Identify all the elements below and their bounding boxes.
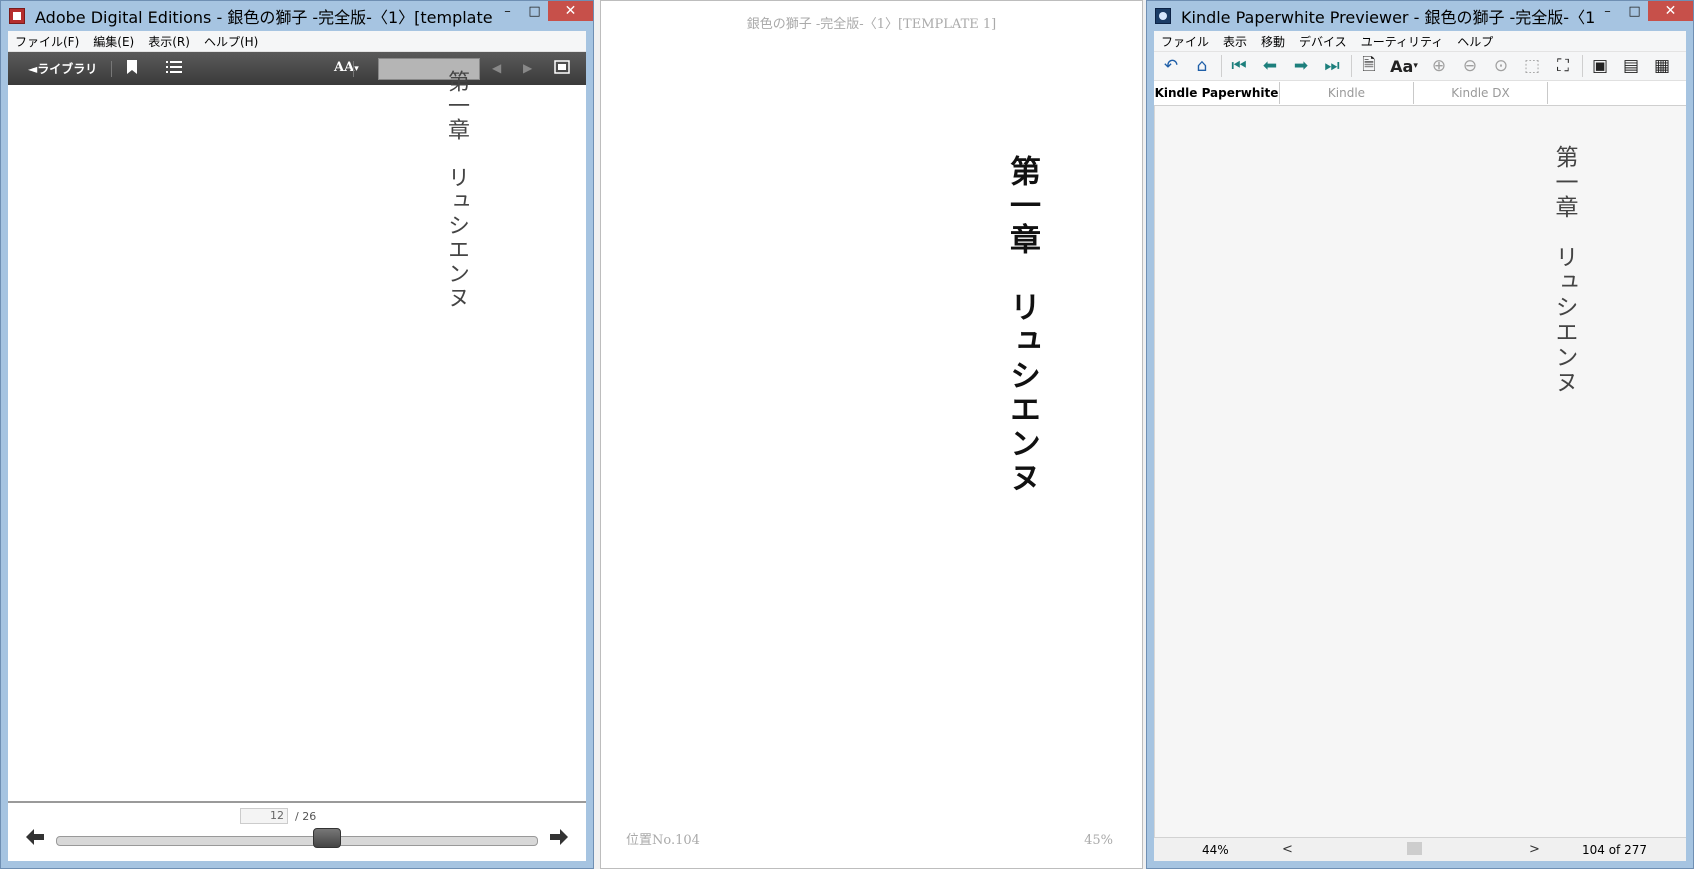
bookmark-icon[interactable] xyxy=(126,59,138,78)
page-chapter-text: 第一章 リュシエンヌ xyxy=(1004,155,1040,495)
next-page-icon[interactable]: ➡ xyxy=(1288,54,1314,78)
ade-client: ファイル(F) 編集(E) 表示(R) ヘルプ(H) ◄ライブラリ AA▾ ◀ … xyxy=(8,31,586,861)
menu-view[interactable]: 表示 xyxy=(1216,33,1254,50)
search-next-icon[interactable]: ▶ xyxy=(523,61,532,75)
kindle-reading-pane[interactable] xyxy=(1154,106,1686,838)
ade-titlebar[interactable]: Adobe Digital Editions - 銀色の獅子 -完全版-〈1〉[… xyxy=(1,1,593,31)
kindle-status-bar: 44% < > 104 of 277 xyxy=(1154,837,1686,861)
font-size-button[interactable]: Aa ▾ xyxy=(1387,54,1421,78)
fullscreen-icon[interactable] xyxy=(554,60,570,78)
kindle-client: ファイル 表示 移動 デバイス ユーティリティ ヘルプ ↶ ⌂ ⏮ ⬅ ➡ ⏭ … xyxy=(1154,31,1686,861)
ade-app-icon[interactable] xyxy=(9,8,25,24)
prev-page-arrow-icon[interactable] xyxy=(26,829,44,850)
calculator-icon[interactable]: ▦ xyxy=(1649,54,1675,78)
toc-list-icon[interactable] xyxy=(166,60,183,77)
zoom-out-icon[interactable]: ⊖ xyxy=(1457,54,1483,78)
last-page-icon[interactable]: ⏭ xyxy=(1319,54,1345,78)
minimize-button[interactable]: – xyxy=(1594,1,1621,21)
ade-window: Adobe Digital Editions - 銀色の獅子 -完全版-〈1〉[… xyxy=(0,0,594,869)
search-prev-icon[interactable]: ◀ xyxy=(492,61,501,75)
maximize-button[interactable]: □ xyxy=(521,1,548,21)
scroll-left-button[interactable]: < xyxy=(1282,842,1293,857)
close-button[interactable]: ✕ xyxy=(548,1,593,21)
cover-icon[interactable]: ▣ xyxy=(1587,54,1613,78)
kindle-window: Kindle Paperwhite Previewer - 銀色の獅子 -完全版… xyxy=(1146,0,1694,869)
ade-reading-pane[interactable] xyxy=(8,85,586,803)
menu-go[interactable]: 移動 xyxy=(1254,33,1292,50)
reading-percent: 45% xyxy=(1084,833,1113,848)
toolbar-divider xyxy=(1351,55,1352,77)
fit-page-icon[interactable]: ⬚ xyxy=(1519,54,1545,78)
location-indicator: 104 of 277 xyxy=(1582,843,1648,857)
rotate-icon[interactable]: ↶ xyxy=(1158,54,1184,78)
zoom-in-icon[interactable]: ⊕ xyxy=(1426,54,1452,78)
ade-chapter-text: 第一章 リュシエンヌ xyxy=(444,70,469,310)
ade-toolbar: ◄ライブラリ AA▾ ◀ ▶ xyxy=(8,52,586,85)
menu-file[interactable]: ファイル xyxy=(1154,33,1216,50)
document-icon[interactable]: 🗎 xyxy=(1356,54,1382,78)
font-size-label: AA xyxy=(334,60,355,75)
page-progress-track[interactable] xyxy=(56,836,538,846)
ade-menubar: ファイル(F) 編集(E) 表示(R) ヘルプ(H) xyxy=(8,31,586,52)
kindle-menubar: ファイル 表示 移動 デバイス ユーティリティ ヘルプ xyxy=(1154,31,1686,52)
zoom-reset-icon[interactable]: ⊙ xyxy=(1488,54,1514,78)
library-button[interactable]: ◄ライブラリ xyxy=(28,60,97,77)
kindle-app-icon[interactable] xyxy=(1155,8,1171,24)
scroll-right-button[interactable]: > xyxy=(1529,842,1540,857)
scroll-thumb[interactable] xyxy=(1407,842,1422,855)
maximize-button[interactable]: □ xyxy=(1621,1,1648,21)
close-button[interactable]: ✕ xyxy=(1648,1,1693,21)
menu-help[interactable]: ヘルプ(H) xyxy=(197,33,265,50)
toolbar-divider xyxy=(1582,55,1583,77)
ade-navigation-bar: 12 / 26 xyxy=(8,801,586,861)
menu-edit[interactable]: 編集(E) xyxy=(86,33,141,50)
prev-page-icon[interactable]: ⬅ xyxy=(1257,54,1283,78)
font-size-label: Aa xyxy=(1390,56,1414,76)
menu-utility[interactable]: ユーティリティ xyxy=(1354,33,1451,50)
kindle-chapter-text: 第一章 リュシエンヌ xyxy=(1551,145,1577,395)
menu-device[interactable]: デバイス xyxy=(1292,33,1354,50)
tab-kindle[interactable]: Kindle xyxy=(1280,82,1414,104)
device-tabs: Kindle Paperwhite Kindle Kindle DX xyxy=(1154,81,1686,106)
kindle-window-title: Kindle Paperwhite Previewer - 銀色の獅子 -完全版… xyxy=(1181,8,1594,27)
menu-view[interactable]: 表示(R) xyxy=(141,33,197,50)
page-number-input[interactable]: 12 xyxy=(240,808,288,824)
tab-kindle-dx[interactable]: Kindle DX xyxy=(1414,82,1548,104)
tab-kindle-paperwhite[interactable]: Kindle Paperwhite xyxy=(1154,82,1280,104)
menu-file[interactable]: ファイル(F) xyxy=(8,33,86,50)
fullscreen-icon[interactable]: ⛶ xyxy=(1550,54,1576,78)
menu-help[interactable]: ヘルプ xyxy=(1450,33,1500,50)
toolbar-divider xyxy=(111,60,113,77)
zoom-level: 44% xyxy=(1202,843,1229,857)
page-progress-thumb[interactable] xyxy=(312,828,341,848)
toolbar-divider xyxy=(1221,55,1222,77)
kindle-toolbar: ↶ ⌂ ⏮ ⬅ ➡ ⏭ 🗎 Aa ▾ ⊕ ⊖ ⊙ ⬚ ⛶ ▣ ▤ ▦ xyxy=(1154,52,1686,81)
kindle-titlebar[interactable]: Kindle Paperwhite Previewer - 銀色の獅子 -完全版… xyxy=(1147,1,1693,31)
print-preview-page: 銀色の獅子 -完全版-〈1〉[TEMPLATE 1] 位置No.104 45% xyxy=(600,0,1143,869)
page-total: / 26 xyxy=(295,810,317,823)
running-head: 銀色の獅子 -完全版-〈1〉[TEMPLATE 1] xyxy=(746,17,997,32)
location-number: 位置No.104 xyxy=(626,833,700,848)
minimize-button[interactable]: – xyxy=(494,1,521,21)
home-icon[interactable]: ⌂ xyxy=(1189,54,1215,78)
next-page-arrow-icon[interactable] xyxy=(550,829,568,850)
pages-icon[interactable]: ▤ xyxy=(1618,54,1644,78)
font-size-icon[interactable]: AA▾ xyxy=(334,60,359,75)
first-page-icon[interactable]: ⏮ xyxy=(1226,54,1252,78)
toolbar-divider xyxy=(353,60,354,77)
ade-window-title: Adobe Digital Editions - 銀色の獅子 -完全版-〈1〉[… xyxy=(35,8,494,27)
